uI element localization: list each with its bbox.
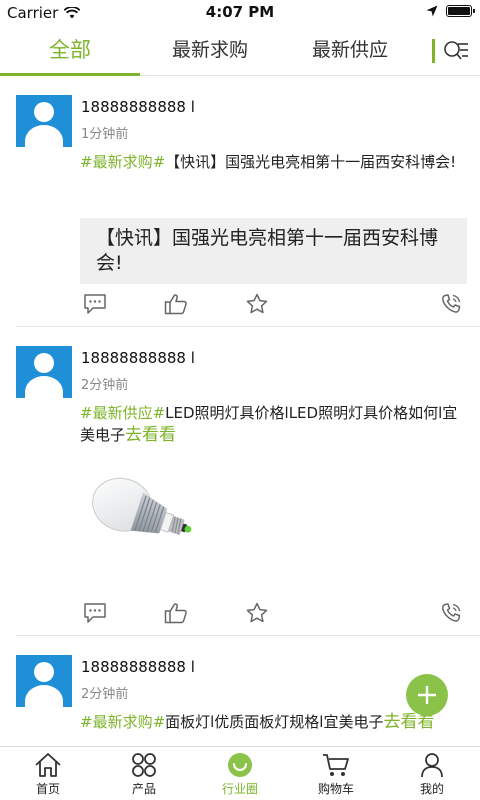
nav-home-label: 首页	[35, 782, 60, 796]
nav-industry-circle-label: 行业圈	[221, 782, 258, 796]
grid-icon	[132, 753, 156, 777]
post-time: 2分钟前	[81, 687, 129, 702]
star-icon	[246, 293, 268, 314]
favorite-button[interactable]	[242, 289, 272, 319]
add-post-button[interactable]	[406, 674, 448, 716]
tab-all[interactable]: 全部	[0, 26, 140, 76]
plus-icon	[418, 686, 436, 704]
call-button[interactable]	[436, 598, 466, 628]
like-button[interactable]	[161, 598, 191, 628]
post-time: 2分钟前	[81, 378, 129, 393]
post-tag[interactable]: #最新求购#	[80, 153, 165, 171]
post-username[interactable]: 18888888888 l	[81, 658, 195, 676]
circle-icon	[228, 753, 252, 777]
post-tag[interactable]: #最新求购#	[80, 713, 165, 731]
phone-icon	[442, 294, 461, 313]
nav-profile-label: 我的	[419, 782, 444, 796]
call-button[interactable]	[436, 289, 466, 319]
post-username[interactable]: 18888888888 l	[81, 349, 195, 367]
post-content[interactable]: #最新供应#LED照明灯具价格lLED照明灯具价格如何l宜美电子去看看	[80, 402, 466, 446]
nav-profile[interactable]: 我的	[384, 747, 480, 800]
category-tabs: 全部 最新求购 最新供应	[0, 26, 480, 76]
post-time: 1分钟前	[81, 127, 129, 142]
comment-icon	[84, 294, 106, 314]
comment-button[interactable]	[80, 598, 110, 628]
post-divider	[16, 635, 480, 636]
nav-home[interactable]: 首页	[0, 747, 96, 800]
avatar[interactable]	[16, 95, 72, 147]
post-actions	[0, 598, 480, 628]
post-text: 【快讯】国强光电亮相第十一届西安科博会!	[165, 153, 457, 171]
thumbs-up-icon	[164, 603, 187, 624]
nav-products[interactable]: 产品	[96, 747, 192, 800]
post-content[interactable]: #最新求购#面板灯l优质面板灯规格l宜美电子去看看	[80, 711, 466, 733]
phone-icon	[442, 603, 461, 622]
tab-latest-purchase[interactable]: 最新求购	[140, 26, 280, 75]
favorite-button[interactable]	[242, 598, 272, 628]
filter-button[interactable]	[420, 26, 480, 75]
comment-button[interactable]	[80, 289, 110, 319]
tab-latest-supply[interactable]: 最新供应	[280, 26, 420, 75]
nav-cart[interactable]: 购物车	[288, 747, 384, 800]
led-bulb-image[interactable]	[86, 475, 196, 555]
avatar[interactable]	[16, 655, 72, 707]
post-content[interactable]: #最新求购#【快讯】国强光电亮相第十一届西安科博会!	[80, 151, 466, 173]
post-text: 面板灯l优质面板灯规格l宜美电子	[165, 713, 384, 731]
tab-separator	[431, 38, 435, 63]
post-quote[interactable]: 【快讯】国强光电亮相第十一届西安科博会!	[80, 218, 467, 284]
status-right	[426, 5, 475, 17]
nav-products-label: 产品	[131, 782, 156, 796]
battery-icon	[446, 5, 475, 17]
clock: 4:07 PM	[205, 3, 275, 21]
location-arrow-icon	[426, 5, 438, 17]
nav-industry-circle[interactable]: 行业圈	[192, 747, 288, 800]
post-actions	[0, 289, 480, 319]
post-tag[interactable]: #最新供应#	[80, 404, 165, 422]
post-divider	[16, 326, 480, 327]
post-username[interactable]: 18888888888 l	[81, 98, 195, 116]
feed[interactable]: 18888888888 l 1分钟前 #最新求购#【快讯】国强光电亮相第十一届西…	[0, 77, 480, 747]
comment-icon	[84, 603, 106, 623]
search-list-icon	[443, 40, 468, 59]
status-bar: Carrier 4:07 PM	[0, 0, 480, 26]
home-icon	[35, 753, 61, 777]
view-more-link[interactable]: 去看看	[125, 425, 176, 445]
bottom-nav: 首页 产品 行业圈 购物车 我的	[0, 746, 480, 800]
star-icon	[246, 602, 268, 623]
cart-icon	[323, 754, 349, 776]
like-button[interactable]	[161, 289, 191, 319]
nav-cart-label: 购物车	[317, 782, 354, 796]
user-icon	[421, 753, 443, 778]
thumbs-up-icon	[164, 294, 187, 315]
avatar[interactable]	[16, 346, 72, 398]
